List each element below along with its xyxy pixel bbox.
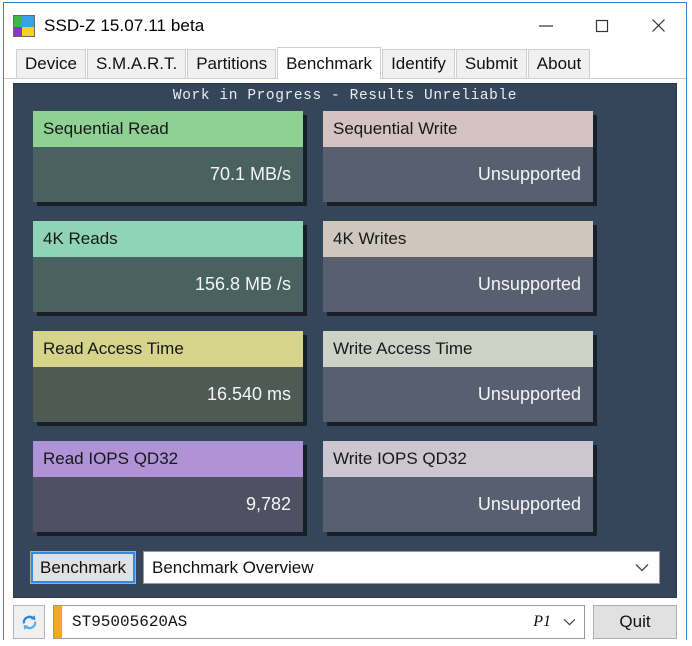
drive-select[interactable]: ST95005620AS P1 [53,605,585,639]
tab-about[interactable]: About [527,49,591,78]
card-title: Read IOPS QD32 [33,441,303,477]
card-sequential-write[interactable]: Sequential Write Unsupported [323,111,593,202]
drive-name-label: ST95005620AS [72,613,188,631]
tab-label: Identify [391,54,446,73]
app-logo-icon [13,14,35,37]
card-write-access-time[interactable]: Write Access Time Unsupported [323,331,593,422]
card-title: Write Access Time [323,331,593,367]
tab-label: Submit [464,54,518,73]
tab-benchmark[interactable]: Benchmark [277,47,382,79]
benchmark-view-select-value: Benchmark Overview [151,557,314,577]
drive-partition-label: P1 [533,613,551,630]
logo-quadrant-bottom-right [22,26,34,36]
card-title: Read Access Time [33,331,303,367]
card-value: Unsupported [323,147,593,202]
card-4k-reads[interactable]: 4K Reads 156.8 MB /s [33,221,303,312]
card-read-iops-qd32[interactable]: Read IOPS QD32 9,782 [33,441,303,532]
tab-label: Partitions [196,54,268,73]
card-read-access-time[interactable]: Read Access Time 16.540 ms [33,331,303,422]
card-title: 4K Reads [33,221,303,257]
benchmark-row-iops: Read IOPS QD32 9,782 Write IOPS QD32 Uns… [33,441,657,532]
card-title: Sequential Write [323,111,593,147]
chevron-down-icon [635,564,649,572]
tab-label: Device [25,54,77,73]
card-title: Sequential Read [33,111,303,147]
tab-partitions[interactable]: Partitions [187,49,277,78]
refresh-icon [22,614,36,630]
logo-quadrant-top-left [14,15,22,27]
card-value: Unsupported [323,257,593,312]
card-write-iops-qd32[interactable]: Write IOPS QD32 Unsupported [323,441,593,532]
card-4k-writes[interactable]: 4K Writes Unsupported [323,221,593,312]
maximize-button[interactable] [574,3,630,48]
tab-label: Benchmark [286,53,373,73]
minimize-icon [539,24,553,27]
title-bar: SSD-Z 15.07.11 beta [4,3,686,48]
logo-quadrant-top-right [22,15,34,27]
window-controls [518,3,686,48]
card-value: 16.540 ms [33,367,303,422]
minimize-button[interactable] [518,3,574,48]
drive-accent-bar [54,606,62,638]
quit-button[interactable]: Quit [593,605,677,639]
status-bar: ST95005620AS P1 Quit [4,598,686,646]
ssdz-main-window: SSD-Z 15.07.11 beta Device S.M.A.R.T. Pa… [3,2,687,646]
window-title: SSD-Z 15.07.11 beta [44,15,205,35]
run-benchmark-button[interactable]: Benchmark [30,551,136,584]
benchmark-row-4k: 4K Reads 156.8 MB /s 4K Writes Unsupport… [33,221,657,312]
chevron-down-icon [563,618,576,626]
card-title: 4K Writes [323,221,593,257]
benchmark-panel: Work in Progress - Results Unreliable Se… [13,83,677,598]
card-value: 156.8 MB /s [33,257,303,312]
tab-device[interactable]: Device [16,49,86,78]
card-value: Unsupported [323,477,593,532]
maximize-icon [595,19,609,32]
tab-label: S.M.A.R.T. [95,54,178,73]
card-title: Write IOPS QD32 [323,441,593,477]
refresh-button[interactable] [13,605,45,639]
logo-quadrant-bottom-left [14,26,22,36]
card-value: 9,782 [33,477,303,532]
benchmark-row-sequential: Sequential Read 70.1 MB/s Sequential Wri… [33,111,657,202]
card-sequential-read[interactable]: Sequential Read 70.1 MB/s [33,111,303,202]
work-in-progress-banner: Work in Progress - Results Unreliable [172,88,518,104]
benchmark-view-select[interactable]: Benchmark Overview [142,551,660,584]
card-value: 70.1 MB/s [33,147,303,202]
tab-label: About [536,54,582,73]
close-button[interactable] [630,3,686,48]
benchmark-results-grid: Sequential Read 70.1 MB/s Sequential Wri… [14,107,676,551]
tab-submit[interactable]: Submit [455,49,527,78]
card-value: Unsupported [323,367,593,422]
tab-strip: Device S.M.A.R.T. Partitions Benchmark I… [4,47,686,79]
benchmark-row-access-time: Read Access Time 16.540 ms Write Access … [33,331,657,422]
tab-identify[interactable]: Identify [382,49,455,78]
tab-smart[interactable]: S.M.A.R.T. [86,49,187,78]
close-icon [651,19,665,32]
benchmark-controls: Benchmark Benchmark Overview [14,551,676,597]
